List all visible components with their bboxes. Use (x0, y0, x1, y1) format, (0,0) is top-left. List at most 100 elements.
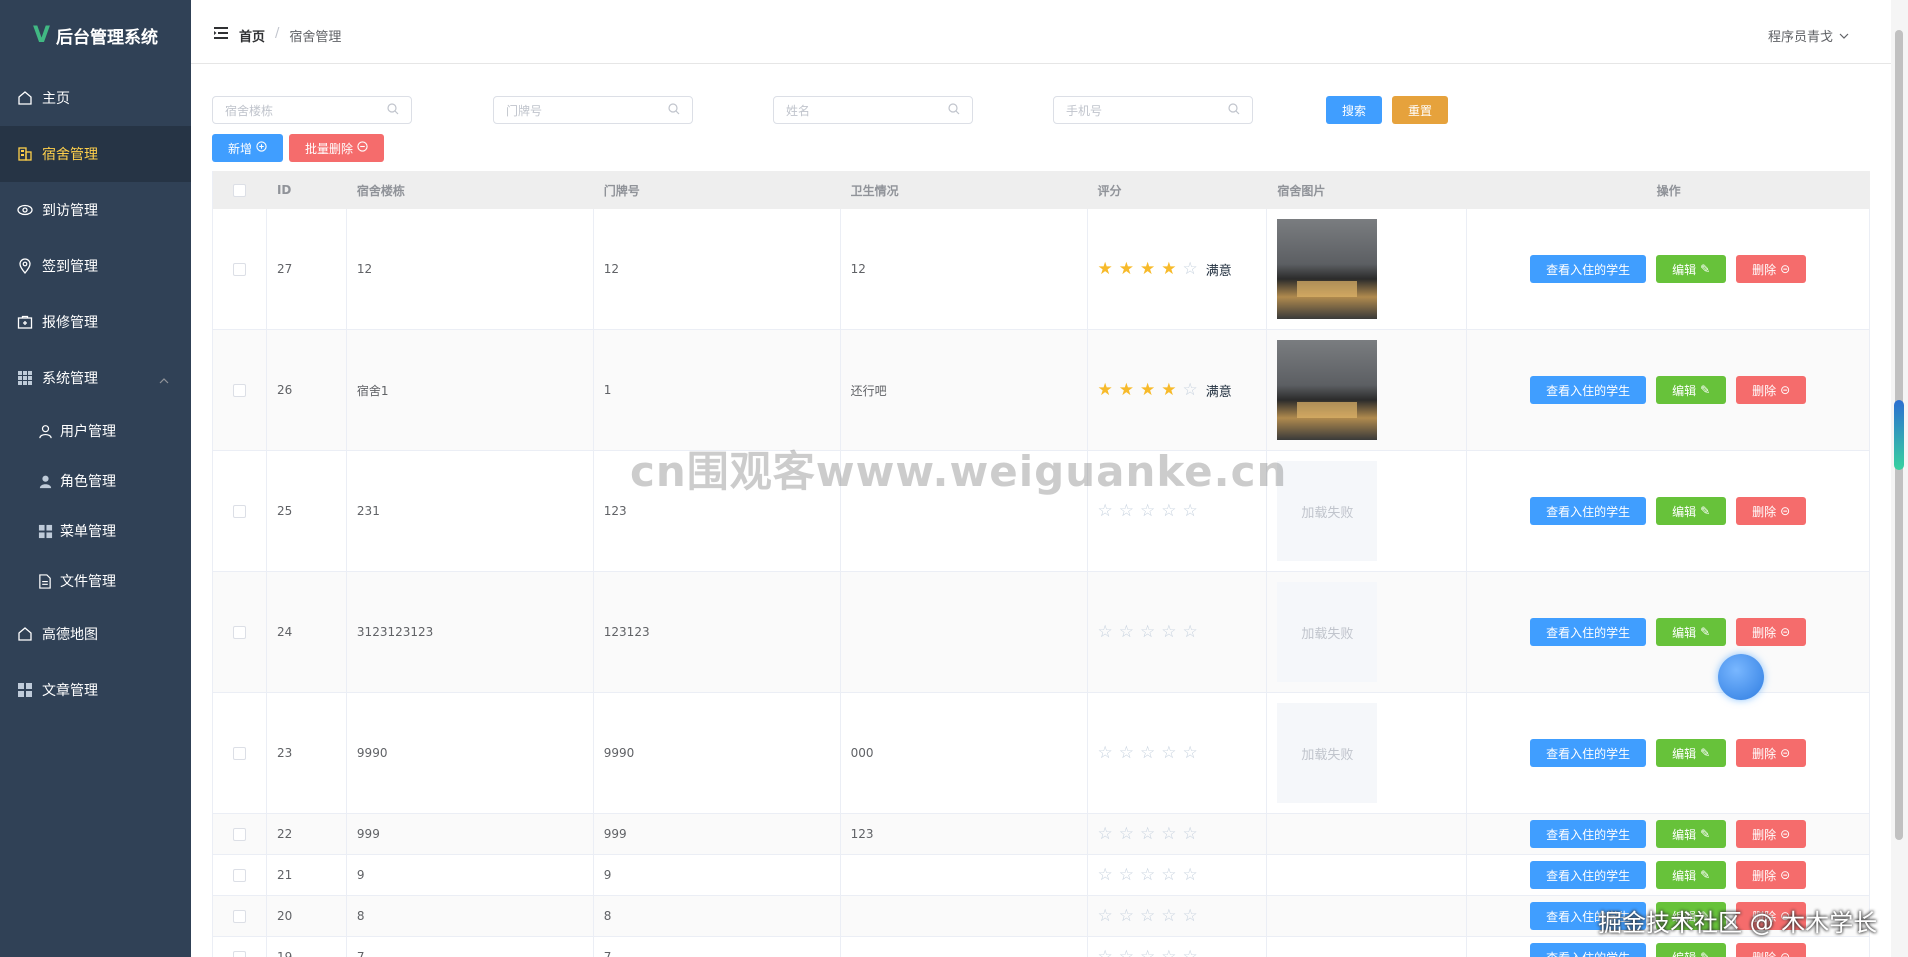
sidebar-item-articles[interactable]: 文章管理 (0, 662, 191, 718)
edit-button[interactable]: 编辑✎ (1656, 255, 1727, 283)
star-icon[interactable]: ☆ (1183, 907, 1198, 925)
dorm-photo[interactable] (1277, 219, 1378, 319)
star-icon[interactable]: ☆ (1119, 948, 1134, 957)
delete-button[interactable]: 删除⊝ (1736, 618, 1807, 646)
edit-button[interactable]: 编辑✎ (1656, 497, 1727, 525)
sidebar-item-visit[interactable]: 到访管理 (0, 182, 191, 238)
star-icon[interactable]: ☆ (1098, 948, 1113, 957)
star-icon[interactable]: ☆ (1098, 866, 1113, 884)
star-icon[interactable]: ☆ (1161, 948, 1176, 957)
row-checkbox[interactable] (232, 827, 246, 841)
row-checkbox[interactable] (232, 909, 246, 923)
star-icon[interactable]: ★ (1098, 260, 1113, 278)
row-checkbox[interactable] (232, 383, 246, 397)
rating-stars[interactable]: ☆ ☆ ☆ ☆ ☆ (1098, 907, 1206, 925)
rating-stars[interactable]: ☆ ☆ ☆ ☆ ☆ (1098, 744, 1206, 762)
star-icon[interactable]: ☆ (1119, 623, 1134, 641)
sidebar-item-system[interactable]: 系统管理 (0, 350, 191, 406)
star-icon[interactable]: ★ (1119, 381, 1134, 399)
view-students-button[interactable]: 查看入住的学生 (1530, 376, 1647, 404)
delete-button[interactable]: 删除⊝ (1736, 255, 1807, 283)
star-icon[interactable]: ☆ (1140, 744, 1155, 762)
breadcrumb-home[interactable]: 首页 (239, 26, 265, 45)
star-icon[interactable]: ★ (1140, 381, 1155, 399)
delete-button[interactable]: 删除⊝ (1736, 943, 1807, 957)
sidebar-item-map[interactable]: 高德地图 (0, 606, 191, 662)
star-icon[interactable]: ☆ (1140, 825, 1155, 843)
phone-search-input[interactable]: 手机号 (1053, 96, 1253, 124)
star-icon[interactable]: ☆ (1098, 825, 1113, 843)
star-icon[interactable]: ☆ (1119, 825, 1134, 843)
delete-button[interactable]: 删除⊝ (1736, 497, 1807, 525)
edit-button[interactable]: 编辑✎ (1656, 861, 1727, 889)
view-students-button[interactable]: 查看入住的学生 (1530, 255, 1647, 283)
floating-assistant-button[interactable] (1718, 654, 1764, 700)
page-scrollbar[interactable] (1891, 0, 1908, 957)
delete-button[interactable]: 删除⊝ (1736, 861, 1807, 889)
star-icon[interactable]: ☆ (1161, 502, 1176, 520)
edit-button[interactable]: 编辑✎ (1656, 943, 1727, 957)
star-icon[interactable]: ☆ (1098, 502, 1113, 520)
star-icon[interactable]: ☆ (1183, 866, 1198, 884)
star-icon[interactable]: ☆ (1119, 744, 1134, 762)
star-icon[interactable]: ☆ (1183, 825, 1198, 843)
sidebar-item-files[interactable]: 文件管理 (0, 556, 191, 606)
star-icon[interactable]: ☆ (1140, 948, 1155, 957)
select-all-checkbox[interactable] (213, 171, 267, 209)
view-students-button[interactable]: 查看入住的学生 (1530, 820, 1647, 848)
view-students-button[interactable]: 查看入住的学生 (1530, 943, 1647, 957)
edit-button[interactable]: 编辑✎ (1656, 739, 1727, 767)
star-icon[interactable]: ☆ (1183, 381, 1198, 399)
star-icon[interactable]: ☆ (1140, 502, 1155, 520)
delete-button[interactable]: 删除⊝ (1736, 820, 1807, 848)
star-icon[interactable]: ☆ (1140, 866, 1155, 884)
add-button[interactable]: 新增 (212, 134, 283, 162)
view-students-button[interactable]: 查看入住的学生 (1530, 618, 1647, 646)
delete-button[interactable]: 删除⊝ (1736, 739, 1807, 767)
sidebar-item-home[interactable]: 主页 (0, 70, 191, 126)
star-icon[interactable]: ☆ (1161, 907, 1176, 925)
sidebar-item-roles[interactable]: 角色管理 (0, 456, 191, 506)
row-checkbox[interactable] (232, 262, 246, 276)
batch-delete-button[interactable]: 批量删除 (289, 134, 384, 162)
reset-button[interactable]: 重置 (1392, 96, 1448, 124)
star-icon[interactable]: ☆ (1161, 866, 1176, 884)
star-icon[interactable]: ☆ (1098, 907, 1113, 925)
rating-stars[interactable]: ☆ ☆ ☆ ☆ ☆ (1098, 502, 1206, 520)
star-icon[interactable]: ★ (1098, 381, 1113, 399)
row-checkbox[interactable] (232, 746, 246, 760)
view-students-button[interactable]: 查看入住的学生 (1530, 861, 1647, 889)
search-button[interactable]: 搜索 (1326, 96, 1382, 124)
rating-stars[interactable]: ☆ ☆ ☆ ☆ ☆ (1098, 623, 1206, 641)
user-dropdown[interactable]: 程序员青戈 (1768, 26, 1849, 45)
sidebar-item-checkin[interactable]: 签到管理 (0, 238, 191, 294)
rating-stars[interactable]: ☆ ☆ ☆ ☆ ☆ (1098, 948, 1206, 957)
rating-stars[interactable]: ☆ ☆ ☆ ☆ ☆ (1098, 825, 1206, 843)
sidebar-item-dorm[interactable]: 宿舍管理 (0, 126, 191, 182)
edit-button[interactable]: 编辑✎ (1656, 376, 1727, 404)
star-icon[interactable]: ☆ (1183, 260, 1198, 278)
sidebar-item-menus[interactable]: 菜单管理 (0, 506, 191, 556)
star-icon[interactable]: ☆ (1161, 744, 1176, 762)
star-icon[interactable]: ☆ (1183, 502, 1198, 520)
delete-button[interactable]: 删除⊝ (1736, 376, 1807, 404)
star-icon[interactable]: ☆ (1183, 623, 1198, 641)
star-icon[interactable]: ☆ (1183, 948, 1198, 957)
door-search-input[interactable]: 门牌号 (493, 96, 693, 124)
star-icon[interactable]: ☆ (1183, 744, 1198, 762)
view-students-button[interactable]: 查看入住的学生 (1530, 497, 1647, 525)
star-icon[interactable]: ☆ (1161, 623, 1176, 641)
edit-button[interactable]: 编辑✎ (1656, 820, 1727, 848)
star-icon[interactable]: ☆ (1119, 907, 1134, 925)
row-checkbox[interactable] (232, 504, 246, 518)
rating-stars[interactable]: ★ ★ ★ ★ ☆ 满意 (1098, 381, 1232, 400)
star-icon[interactable]: ☆ (1119, 866, 1134, 884)
checkbox[interactable] (233, 183, 247, 197)
rating-stars[interactable]: ★ ★ ★ ★ ☆ 满意 (1098, 260, 1232, 279)
hamburger-icon[interactable] (214, 27, 228, 43)
name-search-input[interactable]: 姓名 (773, 96, 973, 124)
star-icon[interactable]: ☆ (1140, 907, 1155, 925)
rating-stars[interactable]: ☆ ☆ ☆ ☆ ☆ (1098, 866, 1206, 884)
star-icon[interactable]: ☆ (1098, 744, 1113, 762)
star-icon[interactable]: ☆ (1161, 825, 1176, 843)
